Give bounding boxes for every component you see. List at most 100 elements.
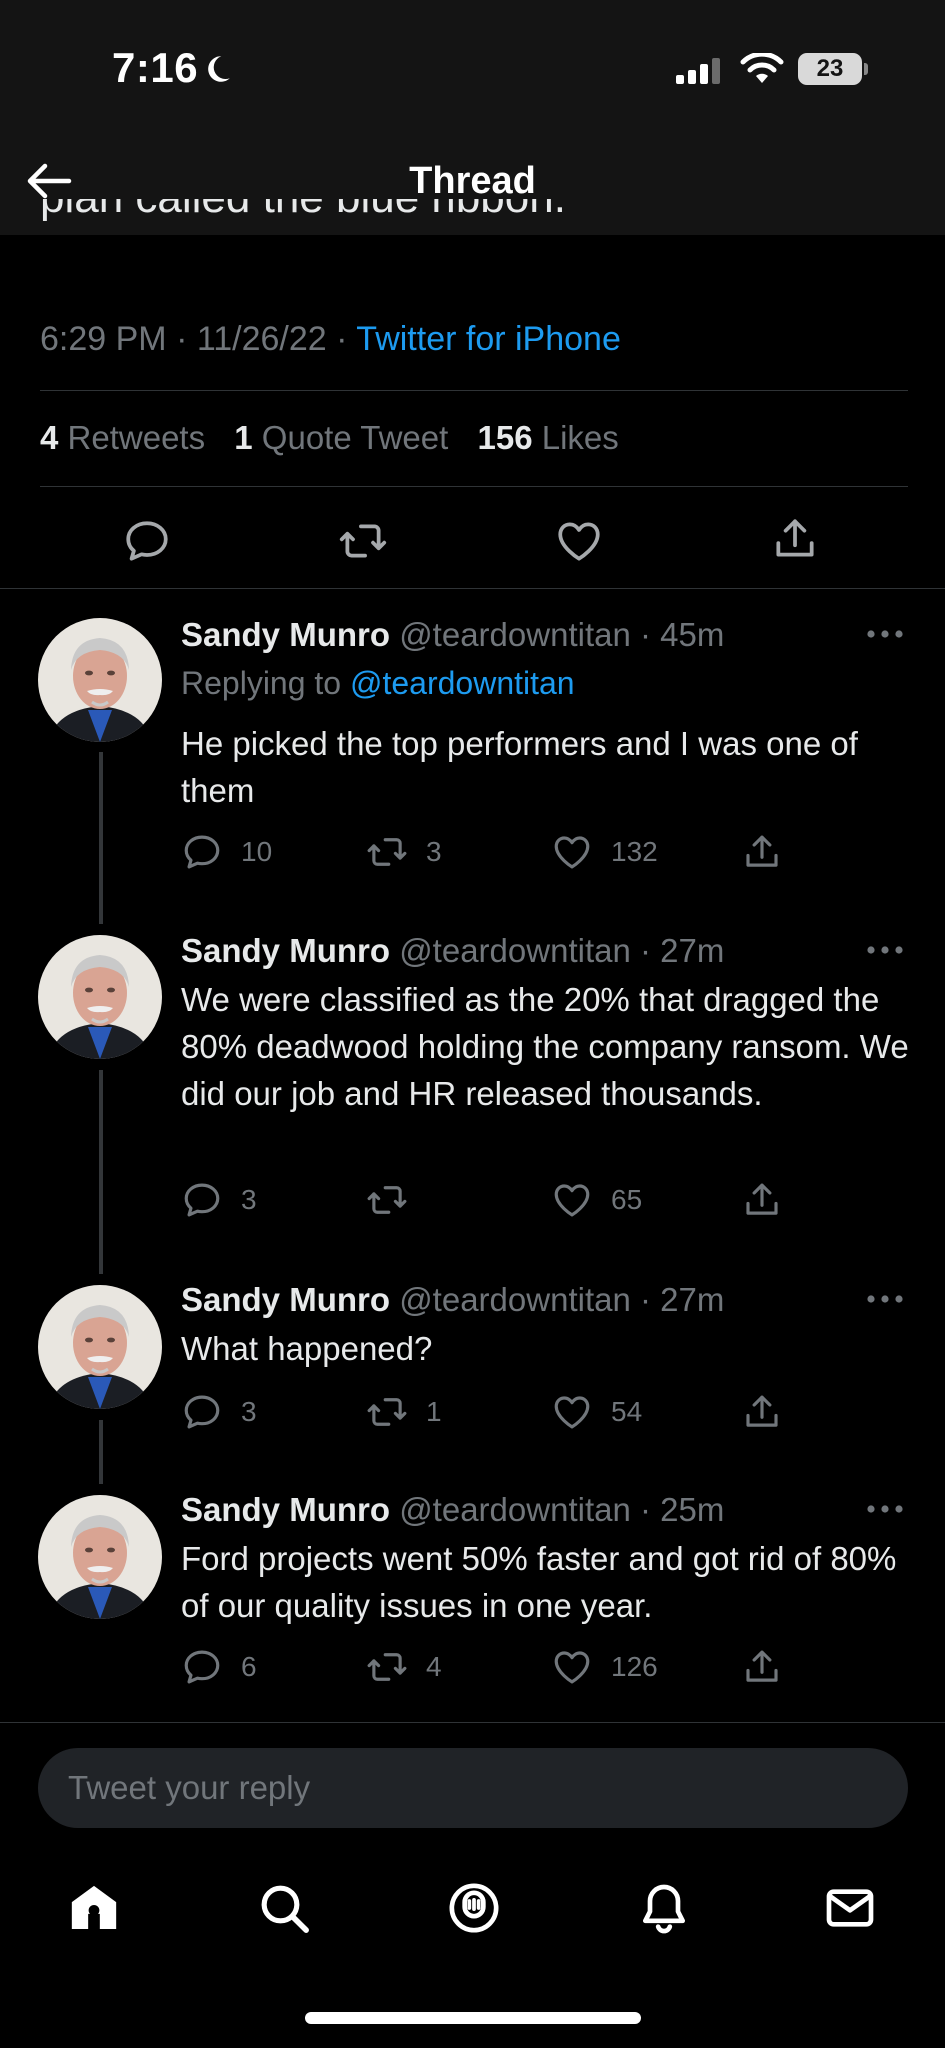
retweets-stat[interactable]: 4 Retweets (40, 419, 205, 456)
moon-icon (200, 52, 234, 86)
search-icon[interactable] (256, 1880, 312, 1936)
meta-separator: · (176, 320, 197, 358)
spaces-icon[interactable] (446, 1880, 502, 1936)
replying-to-handle[interactable]: @teardowntitan (350, 665, 575, 701)
reply-icon[interactable] (122, 516, 172, 566)
tweet-text: We were classified as the 20% that dragg… (181, 981, 909, 1112)
author-handle[interactable]: @teardowntitan (399, 1281, 631, 1318)
status-time: 7:16 (112, 44, 199, 91)
notifications-icon[interactable] (636, 1880, 692, 1936)
tweet-time: 6:29 PM (40, 320, 167, 358)
author-name[interactable]: Sandy Munro (181, 616, 390, 653)
share-icon (741, 831, 783, 873)
like-icon[interactable] (554, 516, 604, 566)
tweet-actions: 10 3 132 (181, 830, 801, 874)
like-icon (551, 1646, 593, 1688)
like-icon (551, 1391, 593, 1433)
retweet-action[interactable]: 4 (366, 1645, 442, 1689)
reply-icon (181, 1179, 223, 1221)
home-icon[interactable] (66, 1880, 122, 1936)
avatar[interactable] (38, 618, 162, 742)
like-action[interactable]: 65 (551, 1178, 642, 1222)
retweet-action[interactable] (366, 1178, 426, 1222)
tweet-actions: 6 4 126 (181, 1645, 801, 1689)
cellular-signal-icon (676, 58, 724, 84)
reply-action[interactable]: 3 (181, 1390, 257, 1434)
reply-action[interactable]: 6 (181, 1645, 257, 1689)
reply-action[interactable]: 10 (181, 830, 272, 874)
tweet-author-row: Sandy Munro @teardowntitan · 27m (181, 932, 724, 970)
time-separator: · (630, 616, 661, 653)
likes-stat[interactable]: 156 Likes (477, 419, 618, 456)
tweet-actions: 3 65 (181, 1178, 801, 1222)
author-name[interactable]: Sandy Munro (181, 932, 390, 969)
thread-line (99, 752, 103, 924)
divider (40, 390, 908, 391)
avatar[interactable] (38, 935, 162, 1059)
more-icon[interactable] (866, 628, 904, 640)
avatar[interactable] (38, 1285, 162, 1409)
tweet-age: 27m (660, 1281, 725, 1318)
avatar[interactable] (38, 1495, 162, 1619)
retweet-icon (366, 1179, 408, 1221)
messages-icon[interactable] (822, 1880, 878, 1936)
share-icon (741, 1646, 783, 1688)
tweet-stats: 4 Retweets 1 Quote Tweet 156 Likes (40, 419, 619, 457)
like-icon (551, 831, 593, 873)
tweet-text: He picked the top performers and I was o… (181, 725, 858, 809)
author-name[interactable]: Sandy Munro (181, 1491, 390, 1528)
reply-icon (181, 1646, 223, 1688)
reply-icon (181, 1391, 223, 1433)
quotes-stat[interactable]: 1 Quote Tweet (234, 419, 448, 456)
reply-icon (181, 831, 223, 873)
author-handle[interactable]: @teardowntitan (399, 932, 631, 969)
reply-input-placeholder: Tweet your reply (68, 1769, 311, 1806)
author-handle[interactable]: @teardowntitan (399, 1491, 631, 1528)
like-action[interactable]: 54 (551, 1390, 642, 1434)
battery-indicator: 23 (798, 53, 862, 85)
tweet-source-link[interactable]: Twitter for iPhone (356, 320, 621, 358)
tweet-author-row: Sandy Munro @teardowntitan · 27m (181, 1281, 724, 1319)
battery-nub (864, 63, 868, 75)
retweet-action[interactable]: 1 (366, 1390, 442, 1434)
author-handle[interactable]: @teardowntitan (399, 616, 631, 653)
share-action[interactable] (741, 1645, 783, 1689)
more-icon[interactable] (866, 1503, 904, 1515)
wifi-icon (740, 53, 784, 87)
main-tweet-meta: 6:29 PM · 11/26/22 · Twitter for iPhone (40, 320, 621, 359)
share-action[interactable] (741, 1390, 783, 1434)
like-icon (551, 1179, 593, 1221)
retweet-icon (366, 1391, 408, 1433)
like-action[interactable]: 132 (551, 830, 658, 874)
tweet-author-row: Sandy Munro @teardowntitan · 45m (181, 616, 724, 654)
time-separator: · (630, 1491, 661, 1528)
time-separator: · (630, 932, 661, 969)
main-tweet-text: plan called the blue ribbon. (40, 199, 566, 235)
page-title: Thread (409, 160, 536, 202)
retweet-icon[interactable] (338, 516, 388, 566)
reply-action[interactable]: 3 (181, 1178, 257, 1222)
thread-line (99, 1420, 103, 1484)
tweet-text: What happened? (181, 1330, 433, 1367)
share-icon[interactable] (770, 514, 820, 564)
tweet-age: 25m (660, 1491, 725, 1528)
share-action[interactable] (741, 1178, 783, 1222)
home-indicator[interactable] (305, 2012, 641, 2024)
author-name[interactable]: Sandy Munro (181, 1281, 390, 1318)
divider (0, 588, 945, 589)
share-action[interactable] (741, 830, 783, 874)
tweet-author-row: Sandy Munro @teardowntitan · 25m (181, 1491, 724, 1529)
share-icon (741, 1391, 783, 1433)
more-icon[interactable] (866, 944, 904, 956)
divider (0, 1722, 945, 1723)
meta-separator: · (336, 320, 357, 358)
more-icon[interactable] (866, 1293, 904, 1305)
tweet-text: Ford projects went 50% faster and got ri… (181, 1540, 897, 1624)
time-separator: · (630, 1281, 661, 1318)
tweet-age: 45m (660, 616, 725, 653)
share-icon (741, 1179, 783, 1221)
like-action[interactable]: 126 (551, 1645, 658, 1689)
tweet-actions: 3 1 54 (181, 1390, 801, 1434)
retweet-action[interactable]: 3 (366, 830, 442, 874)
thread-line (99, 1070, 103, 1274)
